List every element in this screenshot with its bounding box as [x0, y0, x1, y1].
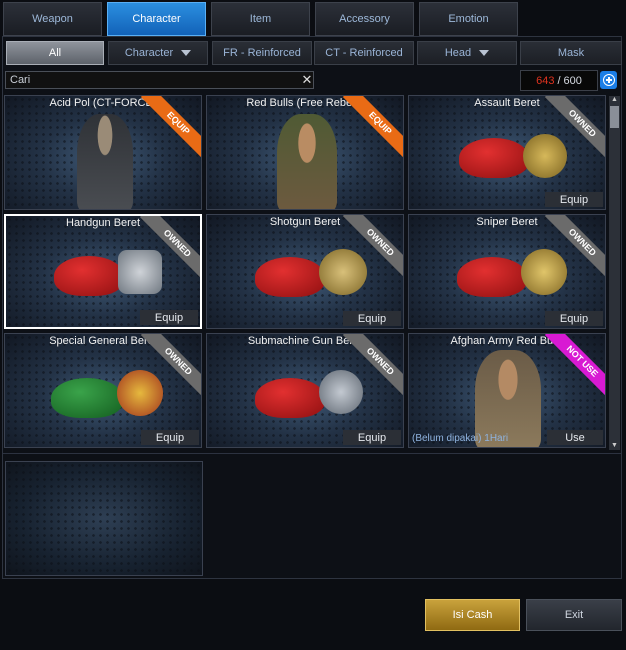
- filter-all-label: All: [48, 47, 62, 59]
- expand-capacity-button[interactable]: [600, 71, 617, 89]
- inventory-capacity: 643 / 600: [520, 70, 598, 91]
- item-scrollbar[interactable]: ▲ ▼: [609, 96, 620, 450]
- filter-fr-label: FR - Reinforced: [223, 47, 301, 59]
- use-button[interactable]: Use: [547, 430, 603, 445]
- tab-item[interactable]: Item: [211, 2, 310, 36]
- chevron-down-icon: [181, 50, 192, 56]
- item-card[interactable]: Afghan Army Red Bulls NOT USE (Belum dip…: [408, 333, 606, 448]
- clear-search-icon[interactable]: ✕: [300, 72, 314, 88]
- beret-image: [255, 257, 325, 297]
- filter-head-dropdown[interactable]: Head: [417, 41, 517, 65]
- filter-all[interactable]: All: [6, 41, 104, 65]
- soldier-portrait: [277, 114, 337, 209]
- plus-icon: [602, 74, 615, 86]
- beret-image: [459, 138, 529, 178]
- filter-head-label: Head: [444, 47, 472, 59]
- capacity-used: 643: [536, 74, 555, 87]
- item-duration-note: (Belum dipakai) 1Hari: [412, 433, 509, 444]
- item-card[interactable]: Shotgun Beret OWNED Equip: [206, 214, 404, 329]
- beret-badge: [118, 250, 162, 294]
- filter-character-label: Character: [124, 47, 174, 59]
- filter-character-dropdown[interactable]: Character: [108, 41, 208, 65]
- item-card[interactable]: Handgun Beret OWNED Equip: [4, 214, 202, 329]
- beret-image: [54, 256, 124, 296]
- equip-button[interactable]: Equip: [141, 430, 199, 445]
- item-preview-slot: [5, 461, 203, 576]
- beret-image: [457, 257, 527, 297]
- beret-badge: [521, 249, 567, 295]
- tab-character[interactable]: Character: [107, 2, 206, 36]
- beret-badge: [319, 249, 367, 295]
- tab-weapon[interactable]: Weapon: [3, 2, 102, 36]
- beret-badge: [117, 370, 163, 416]
- search-input[interactable]: Cari: [5, 71, 314, 89]
- beret-badge: [523, 134, 567, 178]
- scroll-thumb[interactable]: [610, 106, 619, 128]
- beret-badge: [319, 370, 363, 414]
- item-card[interactable]: Assault Beret OWNED Equip: [408, 95, 606, 210]
- equip-button[interactable]: Equip: [545, 192, 603, 207]
- item-card[interactable]: Acid Pol (CT-FORCE) EQUIP: [4, 95, 202, 210]
- divider: [3, 453, 621, 454]
- item-card[interactable]: Sniper Beret OWNED Equip: [408, 214, 606, 329]
- item-card[interactable]: Special General Beret OWNED Equip: [4, 333, 202, 448]
- soldier-portrait: [77, 114, 133, 209]
- equip-button[interactable]: Equip: [140, 310, 198, 325]
- tab-emotion[interactable]: Emotion: [419, 2, 518, 36]
- filter-ct-reinforced[interactable]: CT - Reinforced: [314, 41, 414, 65]
- item-card[interactable]: Submachine Gun Beret OWNED Equip: [206, 333, 404, 448]
- filter-mask[interactable]: Mask: [520, 41, 622, 65]
- item-card[interactable]: Red Bulls (Free Rebels) EQUIP: [206, 95, 404, 210]
- filter-fr-reinforced[interactable]: FR - Reinforced: [212, 41, 312, 65]
- filter-mask-label: Mask: [557, 47, 585, 59]
- top-up-cash-button[interactable]: Isi Cash: [425, 599, 520, 631]
- tab-accessory[interactable]: Accessory: [315, 2, 414, 36]
- beret-image: [51, 378, 123, 418]
- equip-button[interactable]: Equip: [545, 311, 603, 326]
- capacity-total: / 600: [557, 74, 582, 87]
- exit-button[interactable]: Exit: [526, 599, 622, 631]
- equip-button[interactable]: Equip: [343, 430, 401, 445]
- chevron-down-icon: [479, 50, 490, 56]
- filter-ct-label: CT - Reinforced: [325, 47, 403, 59]
- scroll-down-icon[interactable]: ▼: [610, 442, 619, 450]
- scroll-up-icon[interactable]: ▲: [610, 96, 619, 104]
- beret-image: [255, 378, 325, 418]
- equip-button[interactable]: Equip: [343, 311, 401, 326]
